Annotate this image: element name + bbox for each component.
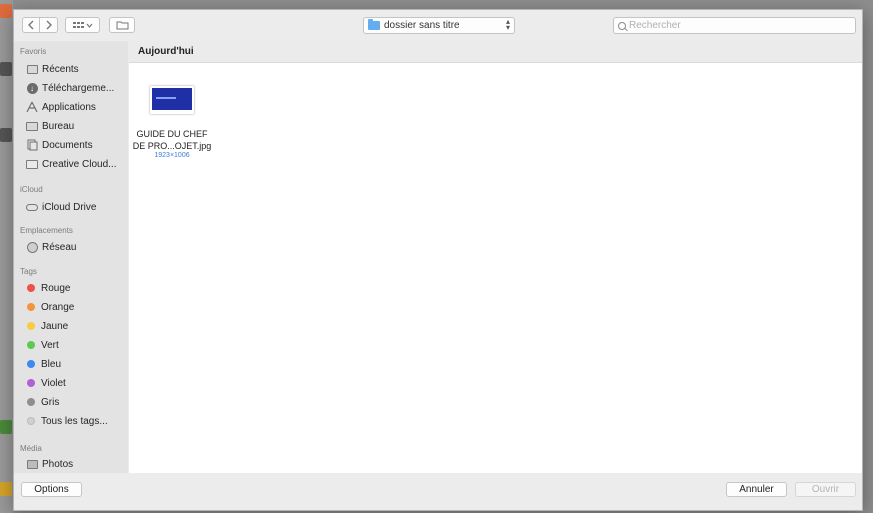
sidebar-item-photos[interactable]: Photos (26, 455, 73, 473)
location-popup-label: dossier sans titre (384, 20, 460, 31)
options-button[interactable]: Options (21, 482, 82, 497)
sidebar-item-desktop[interactable]: Bureau (26, 117, 74, 135)
tag-color-dot (27, 379, 35, 387)
sidebar-item-label: iCloud Drive (42, 201, 97, 213)
tag-color-dot (27, 417, 35, 425)
documents-icon (26, 139, 38, 151)
chevron-right-icon (46, 20, 52, 30)
sidebar-item-label: Documents (42, 139, 93, 151)
folder-icon (368, 19, 380, 30)
dialog-toolbar: dossier sans titre ▴ ▾ (14, 10, 862, 40)
tag-color-dot (27, 398, 35, 406)
sidebar-item-all-tags[interactable]: Tous les tags... (24, 412, 108, 430)
sidebar-item-tag-purple[interactable]: Violet (24, 374, 66, 392)
background-app-icon (0, 420, 12, 434)
background-app-icon (0, 62, 12, 76)
sidebar-item-label: Orange (41, 301, 75, 313)
sidebar-item-applications[interactable]: Applications (26, 98, 96, 116)
cancel-button[interactable]: Annuler (726, 482, 787, 497)
file-name: GUIDE DU CHEF DE PRO...OJET.jpg (132, 129, 212, 151)
sidebar-section-favorites: Favoris (20, 47, 47, 56)
sidebar-item-label: Réseau (42, 241, 77, 253)
cloud-icon (26, 201, 38, 213)
sidebar-item-tag-gray[interactable]: Gris (24, 393, 59, 411)
sidebar-item-tag-yellow[interactable]: Jaune (24, 317, 68, 335)
sidebar-item-label: Tous les tags... (41, 415, 108, 427)
open-button[interactable]: Ouvrir (795, 482, 856, 497)
open-file-dialog: dossier sans titre ▴▾ Favoris Récents ↓ … (13, 9, 863, 511)
sidebar-item-label: Gris (41, 396, 60, 408)
background-app-icon (0, 4, 12, 18)
sidebar-item-recents[interactable]: Récents (26, 60, 79, 78)
new-folder-icon (116, 21, 128, 30)
tag-color-dot (27, 284, 35, 292)
updown-arrows-icon: ▴ ▾ (505, 17, 510, 32)
sidebar-item-network[interactable]: Réseau (26, 238, 76, 256)
sidebar-item-label: Photos (42, 458, 74, 470)
view-mode-button[interactable] (65, 17, 100, 33)
tag-color-dot (27, 341, 35, 349)
sidebar-section-media: Média (20, 444, 42, 453)
search-input[interactable] (626, 20, 829, 31)
sidebar-item-label: Jaune (41, 320, 69, 332)
new-folder-button[interactable] (109, 17, 135, 33)
network-icon (26, 241, 38, 253)
sidebar-item-label: Applications (42, 101, 96, 113)
file-browser: Aujourd'hui GUIDE DU CHEF DE PRO...OJET.… (129, 41, 862, 473)
sidebar-item-tag-orange[interactable]: Orange (24, 298, 74, 316)
file-item[interactable]: GUIDE DU CHEF DE PRO...OJET.jpg 1923×100… (129, 41, 219, 171)
background-app-icon (0, 482, 12, 496)
tag-color-dot (27, 322, 35, 330)
sidebar-section-locations: Emplacements (20, 226, 73, 235)
back-button[interactable] (22, 17, 40, 33)
search-icon (618, 21, 626, 30)
desktop-icon (26, 120, 38, 132)
icon-grid-view-icon (72, 21, 92, 28)
sidebar-item-documents[interactable]: Documents (26, 136, 93, 154)
sidebar-item-icloud-drive[interactable]: iCloud Drive (26, 198, 96, 216)
tag-color-dot (27, 303, 35, 311)
sidebar-item-label: Bleu (41, 358, 62, 370)
sidebar-item-label: Bureau (42, 120, 75, 132)
search-field[interactable] (613, 17, 856, 34)
sidebar-item-label: Vert (41, 339, 59, 351)
sidebar-item-label: Téléchargeme... (42, 82, 115, 94)
file-dimensions: 1923×1006 (154, 152, 190, 159)
sidebar-item-label: Rouge (41, 282, 71, 294)
tag-color-dot (27, 360, 35, 368)
sidebar-item-downloads[interactable]: ↓ Téléchargeme... (26, 79, 114, 97)
sidebar-item-creative-cloud[interactable]: Creative Cloud... (26, 155, 116, 173)
forward-button[interactable] (40, 17, 58, 33)
background-app-icon (0, 128, 12, 142)
location-popup[interactable]: dossier sans titre ▴ ▾ (363, 17, 515, 34)
sidebar-item-label: Creative Cloud... (42, 158, 117, 170)
downloads-icon: ↓ (26, 82, 38, 94)
applications-icon (26, 101, 38, 113)
sidebar-item-label: Violet (41, 377, 66, 389)
sidebar-section-tags: Tags (20, 267, 37, 276)
sidebar-item-tag-blue[interactable]: Bleu (24, 355, 61, 373)
sidebar-item-tag-red[interactable]: Rouge (24, 279, 70, 297)
sidebar: Favoris Récents ↓ Téléchargeme... Applic… (14, 41, 128, 473)
photos-icon (26, 458, 38, 470)
folder-icon (26, 158, 38, 170)
section-header: Aujourd'hui (129, 41, 862, 63)
recents-icon (26, 63, 38, 75)
chevron-left-icon (28, 20, 34, 30)
file-thumbnail (150, 86, 194, 114)
sidebar-item-tag-green[interactable]: Vert (24, 336, 59, 354)
background-window-strip (0, 0, 13, 513)
sidebar-item-label: Récents (42, 63, 79, 75)
sidebar-section-icloud: iCloud (20, 185, 43, 194)
